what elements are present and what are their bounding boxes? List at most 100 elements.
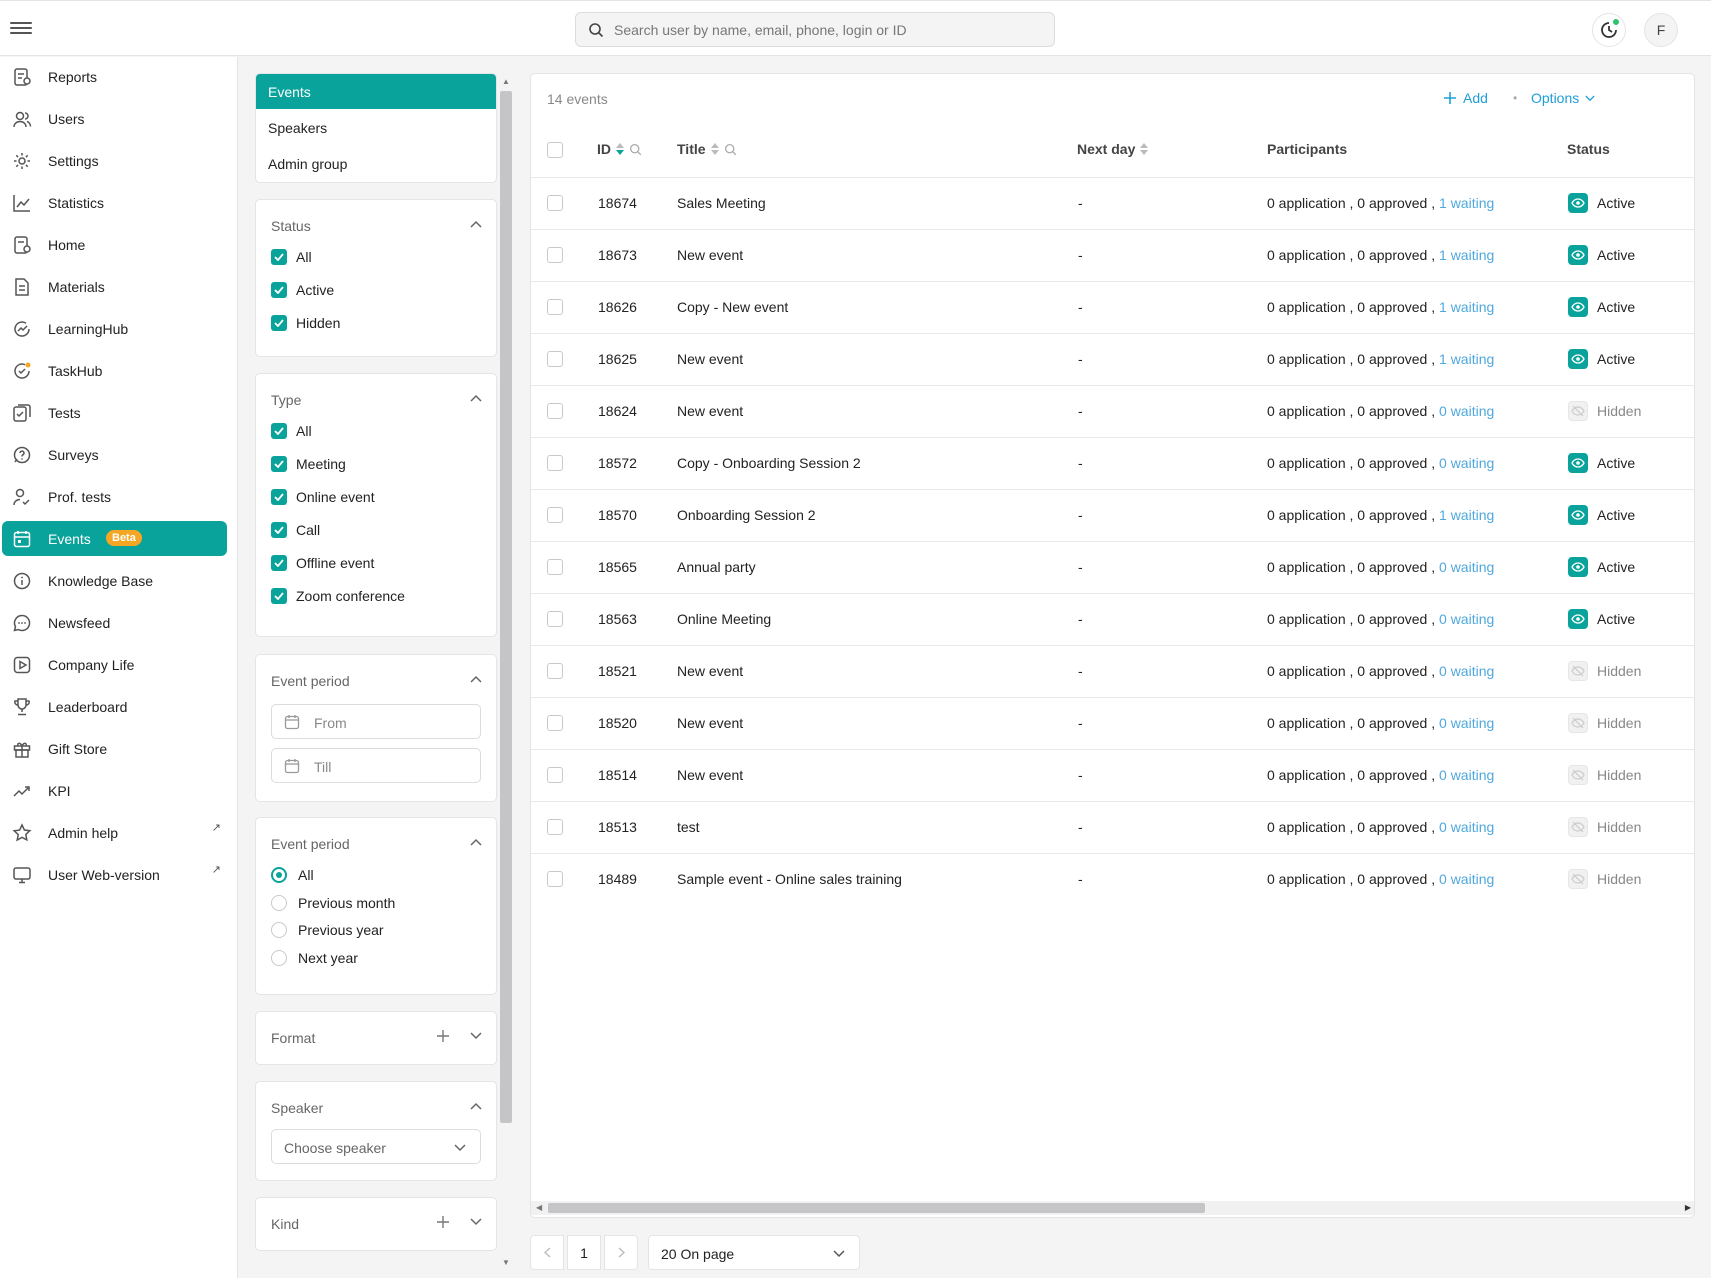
- table-row[interactable]: 18565 Annual party - 0 application , 0 appr…: [531, 541, 1694, 593]
- table-row[interactable]: 18673 New event - 0 application , 0 approve…: [531, 229, 1694, 281]
- radio-unselected[interactable]: [271, 922, 287, 938]
- row-checkbox[interactable]: [547, 819, 563, 835]
- checkbox-checked[interactable]: [271, 588, 287, 604]
- filter-option[interactable]: Call: [271, 519, 320, 541]
- eye-off-icon[interactable]: [1568, 713, 1588, 733]
- sidebar-item-leaderboard[interactable]: Leaderboard: [2, 689, 227, 724]
- sidebar-item-events[interactable]: Events Beta: [2, 521, 227, 556]
- eye-off-icon[interactable]: [1568, 765, 1588, 785]
- sidebar-item-user-web-version[interactable]: User Web-version ↗: [2, 857, 227, 892]
- row-checkbox[interactable]: [547, 507, 563, 523]
- column-header-id[interactable]: ID: [597, 141, 642, 157]
- waiting-link[interactable]: 0 waiting: [1439, 663, 1494, 679]
- table-row[interactable]: 18563 Online Meeting - 0 application , 0 ap…: [531, 593, 1694, 645]
- avatar[interactable]: F: [1644, 13, 1678, 47]
- event-title[interactable]: Annual party: [677, 559, 756, 575]
- row-checkbox[interactable]: [547, 715, 563, 731]
- sidebar-item-surveys[interactable]: Surveys: [2, 437, 227, 472]
- eye-icon[interactable]: [1568, 557, 1588, 577]
- waiting-link[interactable]: 1 waiting: [1439, 247, 1494, 263]
- period-option[interactable]: All: [271, 864, 314, 886]
- row-checkbox[interactable]: [547, 403, 563, 419]
- sidebar-item-admin-help[interactable]: Admin help ↗: [2, 815, 227, 850]
- waiting-link[interactable]: 0 waiting: [1439, 715, 1494, 731]
- eye-off-icon[interactable]: [1568, 869, 1588, 889]
- event-title[interactable]: Online Meeting: [677, 611, 771, 627]
- sidebar-item-gift-store[interactable]: Gift Store: [2, 731, 227, 766]
- eye-icon[interactable]: [1568, 609, 1588, 629]
- sidebar-item-kpi[interactable]: KPI: [2, 773, 227, 808]
- sidebar-item-learninghub[interactable]: LearningHub: [2, 311, 227, 346]
- event-title[interactable]: Copy - Onboarding Session 2: [677, 455, 861, 471]
- row-checkbox[interactable]: [547, 663, 563, 679]
- table-row[interactable]: 18520 New event - 0 application , 0 approve…: [531, 697, 1694, 749]
- sidebar-item-newsfeed[interactable]: Newsfeed: [2, 605, 227, 640]
- event-title[interactable]: New event: [677, 663, 743, 679]
- table-row[interactable]: 18514 New event - 0 application , 0 approve…: [531, 749, 1694, 801]
- speaker-select[interactable]: Choose speaker: [271, 1129, 481, 1164]
- eye-icon[interactable]: [1568, 349, 1588, 369]
- period-option[interactable]: Previous month: [271, 892, 395, 914]
- event-title[interactable]: New event: [677, 247, 743, 263]
- row-checkbox[interactable]: [547, 871, 563, 887]
- table-row[interactable]: 18570 Onboarding Session 2 - 0 application …: [531, 489, 1694, 541]
- sidebar-item-prof-tests[interactable]: Prof. tests: [2, 479, 227, 514]
- waiting-link[interactable]: 0 waiting: [1439, 871, 1494, 887]
- checkbox-checked[interactable]: [271, 522, 287, 538]
- event-title[interactable]: Sales Meeting: [677, 195, 766, 211]
- kind-filter[interactable]: Kind: [255, 1197, 497, 1251]
- table-row[interactable]: 18626 Copy - New event - 0 application , 0 …: [531, 281, 1694, 333]
- filter-option[interactable]: Active: [271, 279, 334, 301]
- plus-icon[interactable]: [436, 1215, 450, 1229]
- eye-off-icon[interactable]: [1568, 817, 1588, 837]
- date-from-input[interactable]: From: [271, 704, 481, 739]
- waiting-link[interactable]: 0 waiting: [1439, 403, 1494, 419]
- chevron-up-icon[interactable]: [470, 838, 482, 846]
- sidebar-item-users[interactable]: Users: [2, 101, 227, 136]
- sort-icon[interactable]: [1139, 142, 1149, 156]
- checkbox-checked[interactable]: [271, 423, 287, 439]
- sidebar-item-home[interactable]: Home: [2, 227, 227, 262]
- filter-option[interactable]: Hidden: [271, 312, 340, 334]
- format-filter[interactable]: Format: [255, 1011, 497, 1065]
- scroll-down-arrow-icon[interactable]: ▼: [502, 1258, 510, 1267]
- tab-admin-group[interactable]: Admin group: [256, 146, 496, 181]
- waiting-link[interactable]: 0 waiting: [1439, 455, 1494, 471]
- scroll-up-arrow-icon[interactable]: ▲: [502, 77, 510, 86]
- sort-icon[interactable]: [710, 142, 720, 156]
- prev-page-button[interactable]: [530, 1235, 564, 1270]
- page-number-button[interactable]: 1: [567, 1235, 601, 1270]
- date-till-input[interactable]: Till: [271, 748, 481, 783]
- filter-option[interactable]: All: [271, 420, 312, 442]
- period-option[interactable]: Next year: [271, 947, 358, 969]
- checkbox-checked[interactable]: [271, 315, 287, 331]
- eye-icon[interactable]: [1568, 193, 1588, 213]
- period-option[interactable]: Previous year: [271, 919, 384, 941]
- event-title[interactable]: New event: [677, 351, 743, 367]
- waiting-link[interactable]: 1 waiting: [1439, 299, 1494, 315]
- scroll-right-arrow-icon[interactable]: ▶: [1685, 1203, 1691, 1212]
- row-checkbox[interactable]: [547, 767, 563, 783]
- row-checkbox[interactable]: [547, 351, 563, 367]
- eye-icon[interactable]: [1568, 245, 1588, 265]
- search-icon[interactable]: [724, 143, 737, 156]
- activity-button[interactable]: [1592, 13, 1626, 47]
- column-header-title[interactable]: Title: [677, 141, 737, 157]
- scroll-left-arrow-icon[interactable]: ◀: [536, 1203, 542, 1212]
- chevron-up-icon[interactable]: [470, 394, 482, 402]
- chevron-down-icon[interactable]: [470, 1218, 482, 1226]
- filter-option[interactable]: Online event: [271, 486, 375, 508]
- sidebar-item-reports[interactable]: Reports: [2, 59, 227, 94]
- waiting-link[interactable]: 1 waiting: [1439, 507, 1494, 523]
- checkbox-checked[interactable]: [271, 456, 287, 472]
- row-checkbox[interactable]: [547, 611, 563, 627]
- search-box[interactable]: [575, 12, 1055, 47]
- row-checkbox[interactable]: [547, 195, 563, 211]
- filter-option[interactable]: Meeting: [271, 453, 346, 475]
- radio-unselected[interactable]: [271, 949, 287, 966]
- chevron-down-icon[interactable]: [470, 1032, 482, 1040]
- checkbox-checked[interactable]: [271, 249, 287, 265]
- filter-option[interactable]: Offline event: [271, 552, 374, 574]
- filter-option[interactable]: All: [271, 246, 312, 268]
- event-title[interactable]: New event: [677, 403, 743, 419]
